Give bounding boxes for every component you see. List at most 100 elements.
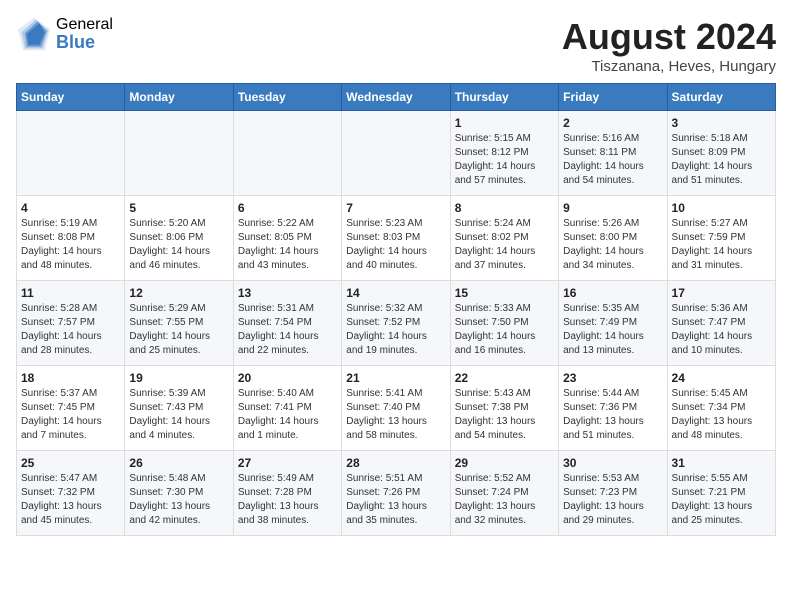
day-info: Sunrise: 5:49 AMSunset: 7:28 PMDaylight:… xyxy=(238,472,337,528)
day-number: 20 xyxy=(238,371,337,385)
day-number: 23 xyxy=(563,371,662,385)
day-info: Sunrise: 5:16 AMSunset: 8:11 PMDaylight:… xyxy=(563,132,662,188)
day-number: 12 xyxy=(129,286,228,300)
day-number: 8 xyxy=(455,201,554,215)
table-row: 14 Sunrise: 5:32 AMSunset: 7:52 PMDaylig… xyxy=(342,281,450,366)
calendar-table: Sunday Monday Tuesday Wednesday Thursday… xyxy=(16,83,776,536)
table-row: 6 Sunrise: 5:22 AMSunset: 8:05 PMDayligh… xyxy=(233,196,341,281)
table-row: 1 Sunrise: 5:15 AMSunset: 8:12 PMDayligh… xyxy=(450,111,558,196)
table-row: 24 Sunrise: 5:45 AMSunset: 7:34 PMDaylig… xyxy=(667,366,775,451)
header-tuesday: Tuesday xyxy=(233,84,341,111)
weekday-header-row: Sunday Monday Tuesday Wednesday Thursday… xyxy=(17,84,776,111)
day-number: 15 xyxy=(455,286,554,300)
day-number: 18 xyxy=(21,371,120,385)
day-number: 27 xyxy=(238,456,337,470)
day-info: Sunrise: 5:19 AMSunset: 8:08 PMDaylight:… xyxy=(21,217,120,273)
day-info: Sunrise: 5:48 AMSunset: 7:30 PMDaylight:… xyxy=(129,472,228,528)
day-number: 28 xyxy=(346,456,445,470)
day-number: 24 xyxy=(672,371,771,385)
header-monday: Monday xyxy=(125,84,233,111)
day-info: Sunrise: 5:55 AMSunset: 7:21 PMDaylight:… xyxy=(672,472,771,528)
calendar-week-row: 25 Sunrise: 5:47 AMSunset: 7:32 PMDaylig… xyxy=(17,451,776,536)
location: Tiszanana, Heves, Hungary xyxy=(562,58,776,75)
calendar-week-row: 4 Sunrise: 5:19 AMSunset: 8:08 PMDayligh… xyxy=(17,196,776,281)
day-info: Sunrise: 5:22 AMSunset: 8:05 PMDaylight:… xyxy=(238,217,337,273)
day-number: 17 xyxy=(672,286,771,300)
table-row: 10 Sunrise: 5:27 AMSunset: 7:59 PMDaylig… xyxy=(667,196,775,281)
logo: General Blue xyxy=(16,16,113,52)
day-info: Sunrise: 5:23 AMSunset: 8:03 PMDaylight:… xyxy=(346,217,445,273)
table-row: 4 Sunrise: 5:19 AMSunset: 8:08 PMDayligh… xyxy=(17,196,125,281)
day-number: 19 xyxy=(129,371,228,385)
logo-text: General Blue xyxy=(56,17,113,51)
day-number: 10 xyxy=(672,201,771,215)
table-row: 11 Sunrise: 5:28 AMSunset: 7:57 PMDaylig… xyxy=(17,281,125,366)
day-info: Sunrise: 5:33 AMSunset: 7:50 PMDaylight:… xyxy=(455,302,554,358)
table-row: 23 Sunrise: 5:44 AMSunset: 7:36 PMDaylig… xyxy=(559,366,667,451)
table-row: 26 Sunrise: 5:48 AMSunset: 7:30 PMDaylig… xyxy=(125,451,233,536)
header-wednesday: Wednesday xyxy=(342,84,450,111)
day-number: 1 xyxy=(455,116,554,130)
day-number: 30 xyxy=(563,456,662,470)
header-friday: Friday xyxy=(559,84,667,111)
day-info: Sunrise: 5:27 AMSunset: 7:59 PMDaylight:… xyxy=(672,217,771,273)
day-info: Sunrise: 5:26 AMSunset: 8:00 PMDaylight:… xyxy=(563,217,662,273)
day-number: 13 xyxy=(238,286,337,300)
day-info: Sunrise: 5:39 AMSunset: 7:43 PMDaylight:… xyxy=(129,387,228,443)
header-saturday: Saturday xyxy=(667,84,775,111)
day-info: Sunrise: 5:18 AMSunset: 8:09 PMDaylight:… xyxy=(672,132,771,188)
day-info: Sunrise: 5:24 AMSunset: 8:02 PMDaylight:… xyxy=(455,217,554,273)
table-row: 2 Sunrise: 5:16 AMSunset: 8:11 PMDayligh… xyxy=(559,111,667,196)
table-row: 18 Sunrise: 5:37 AMSunset: 7:45 PMDaylig… xyxy=(17,366,125,451)
table-row xyxy=(17,111,125,196)
table-row: 25 Sunrise: 5:47 AMSunset: 7:32 PMDaylig… xyxy=(17,451,125,536)
day-info: Sunrise: 5:40 AMSunset: 7:41 PMDaylight:… xyxy=(238,387,337,443)
day-number: 7 xyxy=(346,201,445,215)
table-row: 5 Sunrise: 5:20 AMSunset: 8:06 PMDayligh… xyxy=(125,196,233,281)
table-row: 22 Sunrise: 5:43 AMSunset: 7:38 PMDaylig… xyxy=(450,366,558,451)
table-row xyxy=(125,111,233,196)
day-number: 25 xyxy=(21,456,120,470)
day-info: Sunrise: 5:52 AMSunset: 7:24 PMDaylight:… xyxy=(455,472,554,528)
table-row: 7 Sunrise: 5:23 AMSunset: 8:03 PMDayligh… xyxy=(342,196,450,281)
day-number: 22 xyxy=(455,371,554,385)
day-number: 9 xyxy=(563,201,662,215)
table-row: 16 Sunrise: 5:35 AMSunset: 7:49 PMDaylig… xyxy=(559,281,667,366)
day-number: 6 xyxy=(238,201,337,215)
table-row: 12 Sunrise: 5:29 AMSunset: 7:55 PMDaylig… xyxy=(125,281,233,366)
day-info: Sunrise: 5:37 AMSunset: 7:45 PMDaylight:… xyxy=(21,387,120,443)
table-row xyxy=(233,111,341,196)
table-row: 9 Sunrise: 5:26 AMSunset: 8:00 PMDayligh… xyxy=(559,196,667,281)
day-info: Sunrise: 5:47 AMSunset: 7:32 PMDaylight:… xyxy=(21,472,120,528)
table-row: 28 Sunrise: 5:51 AMSunset: 7:26 PMDaylig… xyxy=(342,451,450,536)
title-block: August 2024 Tiszanana, Heves, Hungary xyxy=(562,16,776,75)
table-row: 19 Sunrise: 5:39 AMSunset: 7:43 PMDaylig… xyxy=(125,366,233,451)
day-info: Sunrise: 5:31 AMSunset: 7:54 PMDaylight:… xyxy=(238,302,337,358)
table-row: 3 Sunrise: 5:18 AMSunset: 8:09 PMDayligh… xyxy=(667,111,775,196)
day-number: 26 xyxy=(129,456,228,470)
day-info: Sunrise: 5:43 AMSunset: 7:38 PMDaylight:… xyxy=(455,387,554,443)
day-number: 21 xyxy=(346,371,445,385)
table-row: 29 Sunrise: 5:52 AMSunset: 7:24 PMDaylig… xyxy=(450,451,558,536)
day-number: 11 xyxy=(21,286,120,300)
day-info: Sunrise: 5:51 AMSunset: 7:26 PMDaylight:… xyxy=(346,472,445,528)
day-number: 3 xyxy=(672,116,771,130)
table-row: 30 Sunrise: 5:53 AMSunset: 7:23 PMDaylig… xyxy=(559,451,667,536)
day-info: Sunrise: 5:35 AMSunset: 7:49 PMDaylight:… xyxy=(563,302,662,358)
logo-blue: Blue xyxy=(56,33,113,51)
day-number: 2 xyxy=(563,116,662,130)
day-info: Sunrise: 5:28 AMSunset: 7:57 PMDaylight:… xyxy=(21,302,120,358)
day-number: 5 xyxy=(129,201,228,215)
logo-icon xyxy=(16,16,52,52)
page-header: General Blue August 2024 Tiszanana, Heve… xyxy=(16,16,776,75)
calendar-week-row: 1 Sunrise: 5:15 AMSunset: 8:12 PMDayligh… xyxy=(17,111,776,196)
table-row: 8 Sunrise: 5:24 AMSunset: 8:02 PMDayligh… xyxy=(450,196,558,281)
table-row: 13 Sunrise: 5:31 AMSunset: 7:54 PMDaylig… xyxy=(233,281,341,366)
calendar-week-row: 18 Sunrise: 5:37 AMSunset: 7:45 PMDaylig… xyxy=(17,366,776,451)
day-number: 16 xyxy=(563,286,662,300)
table-row: 31 Sunrise: 5:55 AMSunset: 7:21 PMDaylig… xyxy=(667,451,775,536)
day-info: Sunrise: 5:15 AMSunset: 8:12 PMDaylight:… xyxy=(455,132,554,188)
table-row: 15 Sunrise: 5:33 AMSunset: 7:50 PMDaylig… xyxy=(450,281,558,366)
table-row: 27 Sunrise: 5:49 AMSunset: 7:28 PMDaylig… xyxy=(233,451,341,536)
table-row: 17 Sunrise: 5:36 AMSunset: 7:47 PMDaylig… xyxy=(667,281,775,366)
